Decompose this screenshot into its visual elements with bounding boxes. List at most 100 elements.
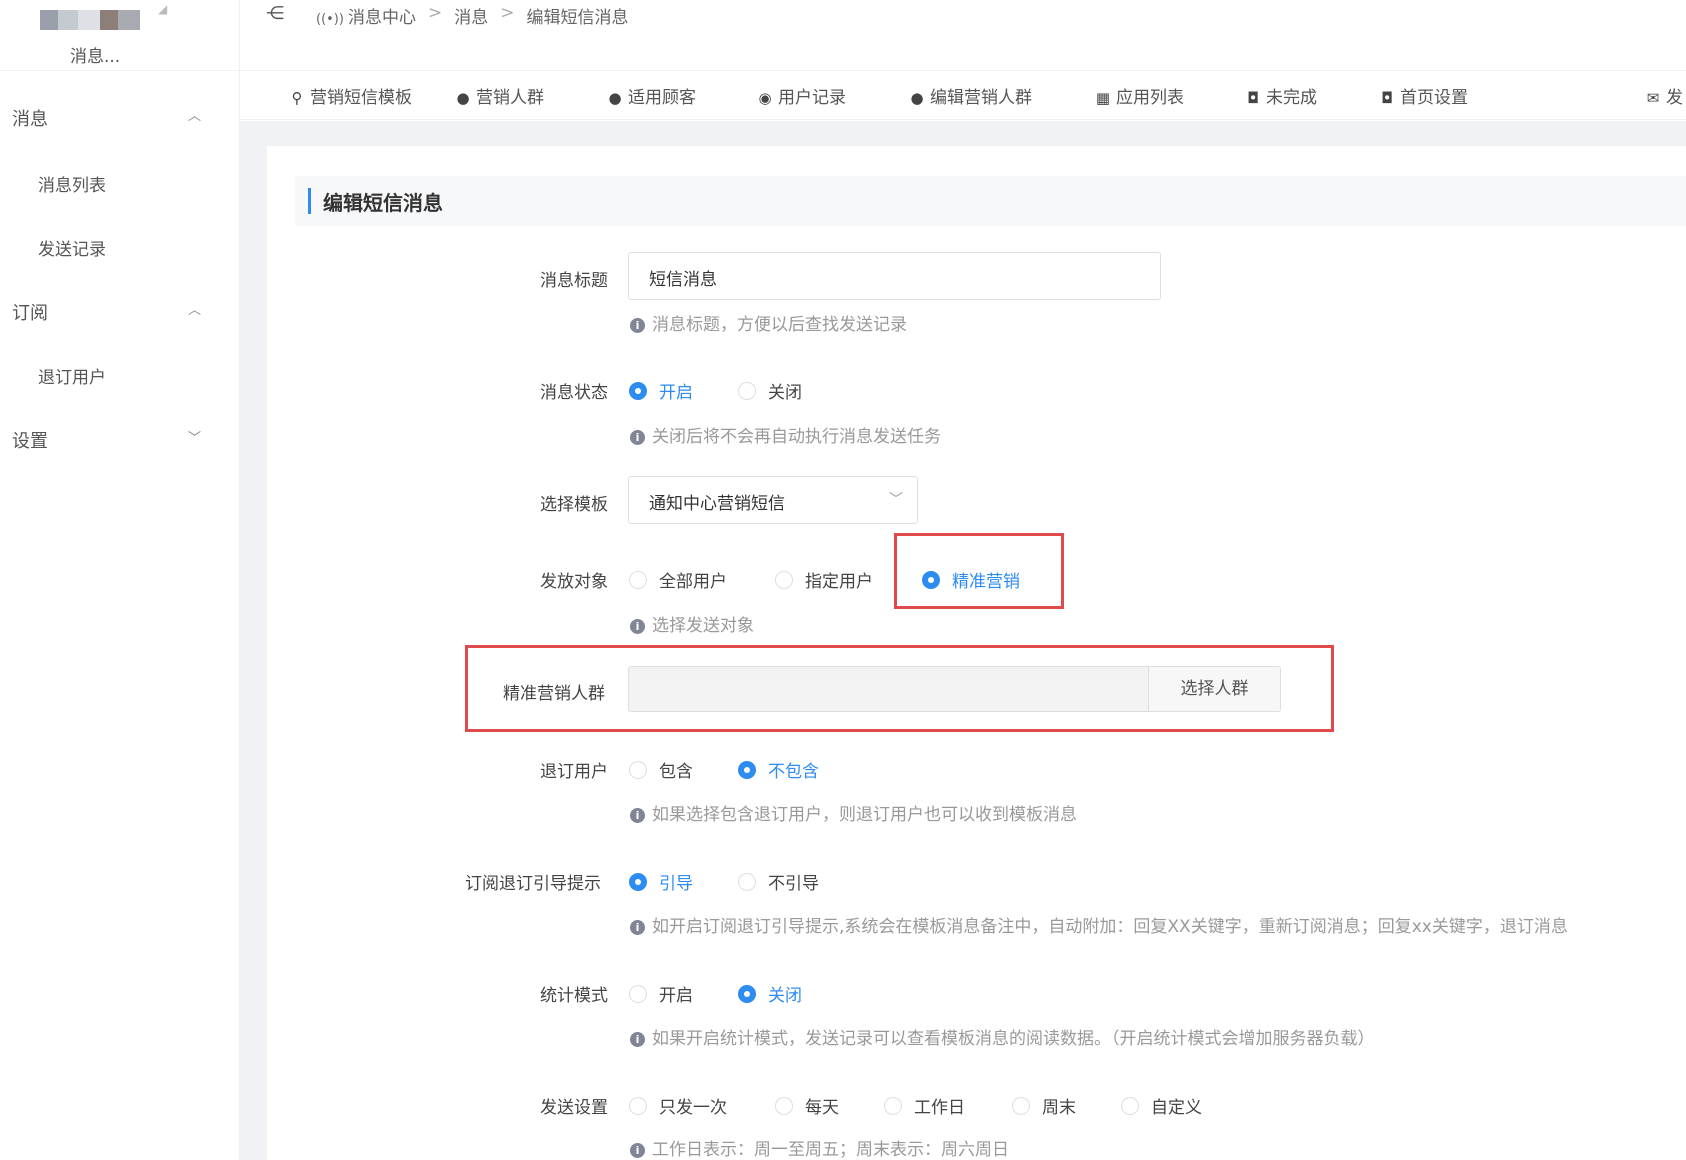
truck-icon: ◘ — [1381, 89, 1393, 107]
nav-user-records[interactable]: ◉ 用户记录 — [756, 83, 846, 108]
info-icon: i — [630, 920, 645, 935]
broadcast-icon: ◉ — [758, 89, 772, 107]
send-label: 发送设置 — [540, 1098, 608, 1118]
page-title: 编辑短信消息 — [323, 191, 443, 215]
unsubscribed-hint: i 如果选择包含退订用户，则退订用户也可以收到模板消息 — [630, 800, 1077, 825]
nav-sms-template[interactable]: ⚲ 营销短信模板 — [288, 83, 413, 108]
sidebar-item-label: 发送记录 — [38, 240, 106, 260]
nav-marketing-audience[interactable]: ● 营销人群 — [454, 83, 544, 108]
send-weekend-radio[interactable]: 周末 — [1012, 1093, 1076, 1118]
template-label: 选择模板 — [540, 495, 608, 515]
nav-incomplete[interactable]: ◘ 未完成 — [1244, 83, 1317, 108]
send-once-radio[interactable]: 只发一次 — [629, 1093, 727, 1118]
msg-status-on-radio[interactable]: 开启 — [629, 378, 693, 403]
radio-checked-icon — [629, 872, 647, 891]
info-icon: i — [630, 1032, 645, 1047]
breadcrumb: ((•)) 消息中心 > 消息 > 编辑短信消息 — [316, 3, 628, 28]
guide-on-radio[interactable]: 引导 — [629, 869, 693, 894]
app-name: 消息... — [70, 47, 121, 67]
nav-applicable-customers[interactable]: ● 适用顾客 — [606, 83, 696, 108]
unsubscribed-include-radio[interactable]: 包含 — [629, 757, 693, 782]
radio-unchecked-icon — [775, 1096, 793, 1115]
nav-app-list[interactable]: ▦ 应用列表 — [1094, 83, 1184, 108]
info-icon: i — [630, 1143, 645, 1158]
target-all-users-radio[interactable]: 全部用户 — [629, 567, 727, 592]
stats-label: 统计模式 — [540, 986, 608, 1006]
guide-off-radio[interactable]: 不引导 — [738, 869, 819, 894]
top-nav: ⚲ 营销短信模板 ● 营销人群 ● 适用顾客 ◉ 用户记录 ● 编辑营销人群 ▦ 应用列表 … — [240, 70, 1686, 120]
radio-unchecked-icon — [738, 381, 756, 400]
info-icon: i — [630, 318, 645, 333]
mail-icon: ✉ — [1646, 89, 1660, 107]
target-hint: i 选择发送对象 — [630, 611, 754, 636]
breadcrumb-separator: > — [427, 3, 443, 23]
radio-unchecked-icon — [629, 984, 647, 1003]
header: ⋲ ((•)) 消息中心 > 消息 > 编辑短信消息 — [240, 0, 1686, 56]
highlight-box — [894, 533, 1064, 609]
target-specific-users-radio[interactable]: 指定用户 — [775, 567, 873, 592]
radio-unchecked-icon — [1121, 1096, 1139, 1115]
sidebar-item-message-list[interactable]: 消息列表 — [0, 162, 240, 202]
radio-unchecked-icon — [629, 1096, 647, 1115]
info-circle-icon: ● — [456, 89, 470, 107]
broadcast-icon: ((•)) — [316, 12, 344, 27]
send-workday-radio[interactable]: 工作日 — [884, 1093, 965, 1118]
info-circle-icon: ● — [608, 89, 622, 107]
radio-checked-icon — [738, 760, 756, 779]
send-hint: i 工作日表示：周一至周五；周末表示：周六周日 — [630, 1135, 1009, 1160]
msg-title-label: 消息标题 — [540, 271, 608, 291]
grid-icon: ▦ — [1095, 89, 1111, 107]
nav-home-settings[interactable]: ◘ 首页设置 — [1378, 83, 1468, 108]
msg-status-label: 消息状态 — [540, 383, 608, 403]
stats-hint: i 如果开启统计模式，发送记录可以查看模板消息的阅读数据。（开启统计模式会增加服务… — [630, 1024, 1375, 1049]
radio-unchecked-icon — [629, 570, 647, 589]
stats-on-radio[interactable]: 开启 — [629, 981, 693, 1006]
msg-title-value: 短信消息 — [649, 270, 717, 290]
guide-label: 订阅退订引导提示 — [465, 874, 601, 894]
unsubscribed-exclude-radio[interactable]: 不包含 — [738, 757, 819, 782]
sidebar-group-settings[interactable]: 设置 ﹀ — [0, 418, 240, 458]
sidebar-item-label: 退订用户 — [38, 368, 106, 388]
target-label: 发放对象 — [540, 572, 608, 592]
logo-corner-icon: ◢ — [158, 2, 168, 16]
highlight-box — [465, 645, 1334, 732]
msg-status-off-radio[interactable]: 关闭 — [738, 378, 802, 403]
radio-unchecked-icon — [1012, 1096, 1030, 1115]
chevron-down-icon: ﹀ — [188, 431, 202, 446]
stats-off-radio[interactable]: 关闭 — [738, 981, 802, 1006]
breadcrumb-item-message-center[interactable]: ((•)) 消息中心 — [316, 3, 416, 28]
chevron-up-icon: ︿ — [188, 109, 202, 124]
radio-unchecked-icon — [884, 1096, 902, 1115]
send-daily-radio[interactable]: 每天 — [775, 1093, 839, 1118]
sidebar-group-subscribe[interactable]: 订阅 ︿ — [0, 290, 240, 330]
template-select[interactable]: 通知中心营销短信 ﹀ — [628, 476, 918, 524]
msg-title-input[interactable]: 短信消息 — [628, 252, 1161, 300]
info-icon: i — [630, 808, 645, 823]
nav-send[interactable]: ✉ 发 — [1644, 83, 1683, 108]
sidebar-item-send-records[interactable]: 发送记录 — [0, 226, 240, 266]
radio-unchecked-icon — [629, 760, 647, 779]
msg-status-hint: i 关闭后将不会再自动执行消息发送任务 — [630, 422, 941, 447]
info-icon: i — [630, 619, 645, 634]
sidebar-group-message[interactable]: 消息 ︿ — [0, 96, 240, 136]
card-header: 编辑短信消息 — [295, 176, 1686, 226]
divider — [0, 70, 240, 71]
breadcrumb-item-current: 编辑短信消息 — [526, 8, 629, 28]
info-icon: i — [630, 430, 645, 445]
guide-hint: i 如开启订阅退订引导提示,系统会在模板消息备注中，自动附加：回复XX关键字，重新… — [630, 912, 1568, 937]
sidebar-item-unsubscribed-users[interactable]: 退订用户 — [0, 354, 240, 394]
user-search-icon: ⚲ — [291, 89, 303, 107]
template-value: 通知中心营销短信 — [649, 494, 785, 514]
menu-collapse-icon[interactable]: ⋲ — [266, 3, 284, 24]
send-custom-radio[interactable]: 自定义 — [1121, 1093, 1202, 1118]
chevron-up-icon: ︿ — [188, 303, 202, 318]
sidebar-group-label: 消息 — [12, 109, 48, 130]
info-circle-icon: ● — [910, 89, 924, 107]
truck-icon: ◘ — [1247, 89, 1259, 107]
radio-checked-icon — [738, 984, 756, 1003]
radio-unchecked-icon — [775, 570, 793, 589]
sidebar-group-label: 订阅 — [12, 303, 48, 324]
app-logo — [40, 0, 140, 34]
nav-edit-marketing-audience[interactable]: ● 编辑营销人群 — [908, 83, 1032, 108]
breadcrumb-item-message[interactable]: 消息 — [454, 3, 488, 28]
